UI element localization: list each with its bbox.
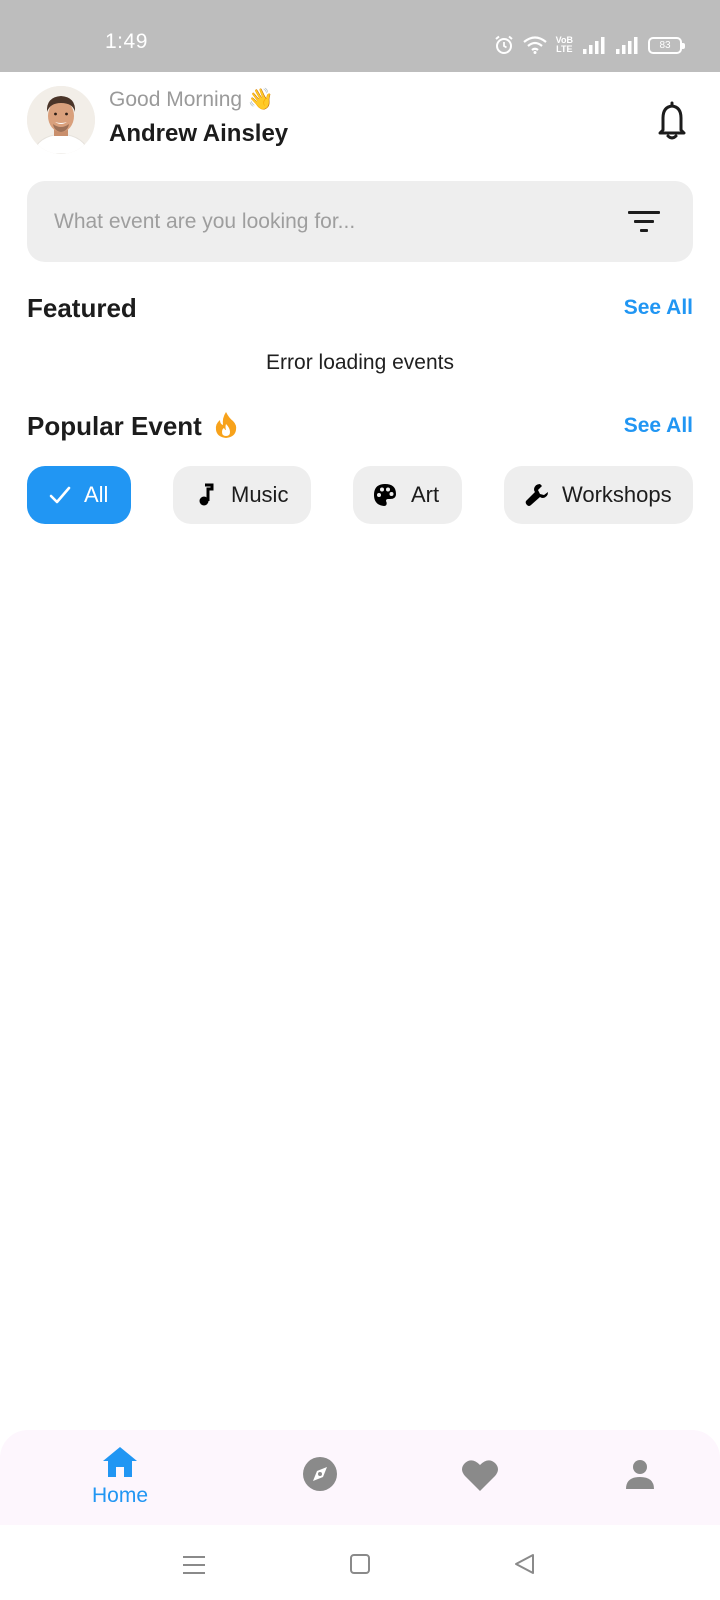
nav-item-home[interactable]: Home [80,1440,160,1510]
chip-all[interactable]: All [27,466,131,524]
popular-see-all-link[interactable]: See All [624,414,693,438]
nav-item-profile[interactable] [618,1452,662,1496]
search-bar[interactable] [27,181,693,262]
music-note-icon [199,483,214,506]
home-icon [103,1447,137,1477]
person-icon [626,1460,654,1489]
compass-icon [303,1457,337,1491]
signal-icon [583,37,605,54]
status-icons: VoB LTE 83 [494,32,685,58]
nav-item-favorites[interactable] [458,1452,502,1496]
menu-icon[interactable] [183,1554,205,1576]
check-icon [49,486,71,504]
alarm-icon [495,35,513,54]
chip-label: Art [411,482,440,507]
nav-home-label: Home [91,1484,149,1507]
chip-music[interactable]: Music [173,466,311,524]
battery-icon: 83 [648,36,685,54]
avatar[interactable] [27,86,95,154]
wrench-icon [525,484,548,506]
status-time: 1:49 [105,30,148,53]
featured-see-all-link[interactable]: See All [624,296,693,320]
chip-label: Music [231,482,289,507]
signal-icon [616,37,638,54]
chip-art[interactable]: Art [353,466,462,524]
notification-bell-icon[interactable] [655,100,689,140]
chip-label: All [84,482,109,507]
status-bar: 1:49 VoB LTE 83 [0,0,720,72]
bottom-navigation: Home [0,1430,720,1525]
home-button-icon[interactable] [350,1554,370,1574]
user-name: Andrew Ainsley [109,120,289,147]
system-navigation-bar [0,1525,720,1600]
battery-level: 83 [659,39,671,51]
avatar-image [27,86,95,154]
chip-label: Workshops [562,482,672,507]
volte-icon: VoB LTE [556,36,573,54]
greeting-text: Good Morning 👋 [109,88,275,111]
wifi-icon [522,36,547,54]
filter-icon[interactable] [627,209,661,235]
heart-icon [462,1460,498,1491]
nav-item-explore[interactable] [298,1452,342,1496]
popular-title: Popular Event [27,411,202,441]
volte-bottom: LTE [556,44,573,54]
featured-title: Featured [27,293,137,323]
search-input[interactable] [54,181,594,262]
back-icon[interactable] [513,1553,535,1575]
featured-error-message: Error loading events [266,351,454,374]
palette-icon [374,484,396,506]
chip-workshops[interactable]: Workshops [504,466,693,524]
fire-icon [215,412,237,438]
